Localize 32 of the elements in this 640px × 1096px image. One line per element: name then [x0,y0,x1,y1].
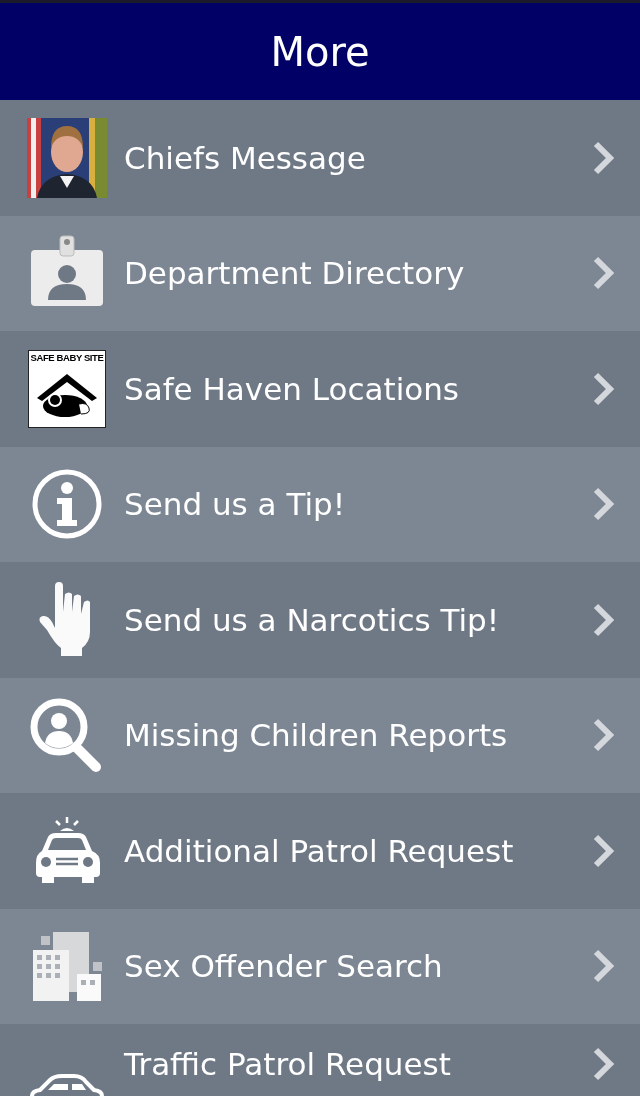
buildings-icon [31,930,103,1003]
menu-item-label: Traffic Patrol Request [124,1046,452,1082]
menu-item-label: Sex Offender Search [124,948,444,985]
chevron-right-icon [592,255,616,292]
menu-item[interactable]: Missing Children Reports [0,677,640,793]
menu-item[interactable]: Traffic Patrol Request [0,1024,640,1096]
menu-item[interactable]: Chiefs Message [0,100,640,216]
car-icon [28,1072,106,1096]
menu-item[interactable]: Sex Offender Search [0,908,640,1024]
logo-text: SAFE BABY SITE [29,350,105,364]
chevron-right-icon [592,370,616,407]
menu-item-label: Safe Haven Locations [124,370,460,407]
menu-item[interactable]: Send us a Narcotics Tip! [0,562,640,678]
menu-item-label: Send us a Narcotics Tip! [124,601,501,638]
chevron-right-icon [592,1046,616,1082]
chevron-right-icon [592,832,616,869]
chevron-right-icon [592,717,616,754]
info-icon [31,468,103,541]
menu-item[interactable]: SAFE BABY SITE Safe Haven Locations [0,331,640,447]
menu-item-label: Missing Children Reports [124,717,509,754]
chevron-right-icon [592,486,616,523]
menu-item-label: Send us a Tip! [124,486,347,523]
menu-item[interactable]: Send us a Tip! [0,446,640,562]
chevron-right-icon [592,601,616,638]
chevron-right-icon [592,139,616,176]
menu-item[interactable]: Department Directory [0,215,640,331]
menu-item[interactable]: Additional Patrol Request [0,793,640,909]
screen-title: More [270,28,370,75]
menu-item-label: Additional Patrol Request [124,832,515,869]
chevron-right-icon [592,948,616,985]
menu-item-label: Chiefs Message [124,139,367,176]
menu-item-label: Department Directory [124,255,466,292]
